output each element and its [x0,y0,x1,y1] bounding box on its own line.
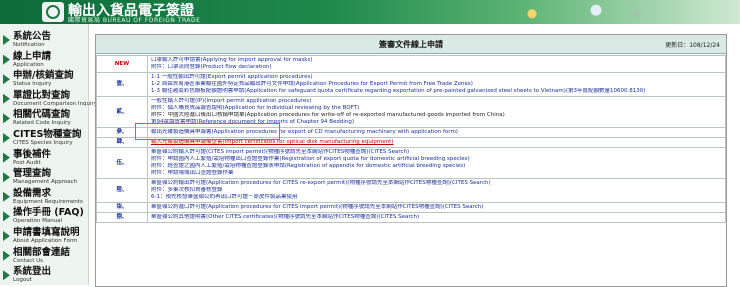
application-link[interactable]: 附件：多筆次核扣貨審核登錄 [151,187,722,194]
sidebar-item-sublabel: About Application Form [13,238,78,244]
sidebar-item-sublabel: Notification [13,42,45,48]
row-links: 1-1 一般性輸出許可證(Export permit application p… [147,72,726,97]
row-category: 壹、 [96,72,148,97]
application-link[interactable]: 附件：經查證之國內人工繁殖/栽培物種查證登錄表申請(Registration o… [151,163,722,170]
row-category: 伍、 [96,147,148,179]
application-link[interactable]: 華盛頓公約輸出許可證(Application procedures for CI… [151,180,722,187]
row-category: 捌、 [96,212,148,223]
site-subtitle: 國際貿易局 BUREAU OF FOREIGN TRADE [68,17,201,24]
sidebar-item-label: 單證比對查詢 [13,89,71,101]
page-title: 簽審文件線上申請 [379,40,443,49]
sidebar-item-label: 管理查詢 [13,168,52,180]
arrow-right-icon [3,172,10,183]
sidebar-item-label: 系統登出 [13,266,52,278]
row-links: 華盛頓公約輸入許可證(CITES import permit)(物種序號請先至本… [147,147,726,179]
arrow-right-icon [3,270,10,281]
row-links: 口罩輸入許可申請書(Applying for import approval f… [147,55,726,73]
application-link[interactable]: 附件：申請場域出口查證登錄作業 [151,170,722,177]
main-panel: 簽審文件線上申請 更新日：108/12/24 NEW 口罩輸入許可申請書(Appl… [95,34,727,287]
sidebar: 系統公告 Notification 線上申請 Application 申辦/核銷查詢 St… [0,24,97,286]
table-row: 捌、 華盛頓公約其他證明書(Other CITES certificates)(物… [96,212,726,223]
row-category: 陸、 [96,178,148,203]
row-category: 柒、 [96,202,148,213]
sidebar-item[interactable]: 相關部會連結 Contact Us [3,246,87,267]
sidebar-item-label: 線上申請 [13,50,52,62]
sidebar-item[interactable]: 單證比對查詢 Document Comparison Inquiry [3,89,97,110]
sidebar-item-sublabel: Logout [13,277,32,284]
application-link[interactable]: 口罩輸入許可申請書(Applying for import approval f… [151,57,722,64]
sidebar-item-sublabel: Post Audit [13,159,41,166]
application-link[interactable]: 1-1 一般性輸出許可證(Export permit application p… [151,74,722,81]
arrow-right-icon [3,54,10,65]
application-link[interactable]: 1-3 輸往越南彩色鋼板配額證明書申請(Application for safe… [151,88,722,95]
sidebar-item[interactable]: 相關代碼查詢 Related Code Inquiry [3,110,87,129]
arrow-right-icon [3,191,10,202]
sidebar-item[interactable]: 申請書填寫說明 About Application Form [3,228,87,247]
sidebar-item[interactable]: CITES物種查詢 CITES Species Inquiry [3,130,87,149]
sidebar-item[interactable]: 操作手冊 (FAQ) Operation Manual [3,208,87,227]
application-link[interactable]: 附件：中國大陸進口後出口核銷申請單(Application procedures… [151,112,722,119]
bureau-logo-icon [42,2,64,22]
site-header: 輸出入貨品電子簽證 國際貿易局 BUREAU OF FOREIGN TRADE [0,0,740,24]
application-link[interactable]: 附件：口罩流向登錄(Product flow declaration) [151,64,722,71]
application-link[interactable]: 華盛頓公約進口許可證(Application procedures for CI… [151,204,722,211]
sidebar-item-label: 設備需求 [13,187,52,199]
row-links: 華盛頓公約輸出許可證(Application procedures for CI… [147,178,726,203]
sidebar-item-sublabel: Operation Manual [13,218,63,225]
sidebar-item-label: CITES物種查詢 [13,129,82,140]
updated-date: 更新日：108/12/24 [665,42,720,49]
sidebar-item-label: 事後補件 [13,148,52,160]
sidebar-item-sublabel: Equipment Requirements [13,198,83,205]
sidebar-item[interactable]: 設備需求 Equipment Requirements [3,187,87,208]
row-category: NEW [96,55,148,73]
table-row: 伍、 華盛頓公約輸入許可證(CITES import permit)(物種序號請先… [96,147,726,179]
arrow-right-icon [3,74,10,85]
sidebar-item[interactable]: 申辦/核銷查詢 Status Inquiry [3,71,87,90]
arrow-right-icon [3,211,10,222]
row-links: 華盛頓公約進口許可證(Application procedures for CI… [147,202,726,213]
application-link[interactable]: 輸入光碟製造機具申報備查書(Import certificates for op… [151,139,722,146]
title-bar: 簽審文件線上申請 更新日：108/12/24 [96,35,726,54]
sidebar-item-sublabel: CITES Species Inquiry [13,140,73,146]
sidebar-item[interactable]: 管理查詢 Management Approach [3,169,87,188]
application-link[interactable]: 6-1：預先核發華盛頓公約再出口許可證－原皮件製品業使用 [151,194,722,201]
arrow-right-icon [3,93,10,104]
sidebar-item-sublabel: Application [13,61,44,68]
sidebar-item-label: 系統公告 [13,31,52,42]
sidebar-item-label: 申辦/核銷查詢 [13,70,74,82]
sidebar-item-sublabel: Contact Us [13,257,44,264]
header-decoration [500,3,660,21]
sidebar-item-label: 申請書填寫說明 [13,227,80,238]
row-links: 華盛頓公約其他證明書(Other CITES certificates)(物種序… [147,212,726,223]
sidebar-item-sublabel: Related Code Inquiry [13,120,71,127]
application-link[interactable]: 附件：個人購買貨品報告說明(Application for individual… [151,105,722,112]
application-link[interactable]: 華盛頓公約其他證明書(Other CITES certificates)(物種序… [151,214,722,221]
arrow-right-icon [3,231,10,241]
sidebar-item[interactable]: 事後補件 Post Audit [3,148,87,169]
application-link[interactable]: 華盛頓公約輸入許可證(CITES import permit)(物種序號請先至本… [151,149,722,156]
sidebar-item[interactable]: 系統登出 Logout [3,267,87,286]
arrow-right-icon [3,152,10,163]
sidebar-item-sublabel: Management Approach [13,179,78,186]
arrow-right-icon [3,113,10,124]
application-link[interactable]: 一般性輸入許可證(IP)(Import permit application p… [151,98,722,105]
sidebar-item[interactable]: 系統公告 Notification [3,32,87,51]
table-row: 陸、 華盛頓公約輸出許可證(Application procedures for … [96,178,726,203]
table-row: 壹、 1-1 一般性輸出許可證(Export permit application… [96,72,726,97]
sidebar-item-label: 相關部會連結 [13,246,71,258]
sidebar-item-label: 操作手冊 (FAQ) [13,207,84,219]
sidebar-item-label: 相關代碼查詢 [13,109,71,121]
sidebar-item-sublabel: Status Inquiry [13,81,52,88]
table-row: NEW 口罩輸入許可申請書(Applying for import approva… [96,55,726,73]
sidebar-item-sublabel: Document Comparison Inquiry [13,100,98,107]
arrow-right-icon [3,35,10,45]
arrow-right-icon [3,133,10,143]
sidebar-item[interactable]: 線上申請 Application [3,50,87,71]
application-link[interactable]: 附件：申請國內人工繁殖/栽培物種出口查證登錄作業(Registration of… [151,156,722,163]
arrow-right-icon [3,250,10,261]
application-link[interactable]: 1-2 自由貿易港區事業輸往國外特定貨品輸出許可文件申請(Application… [151,81,722,88]
table-row: 柒、 華盛頓公約進口許可證(Application procedures for … [96,202,726,213]
selection-highlight [135,123,280,140]
